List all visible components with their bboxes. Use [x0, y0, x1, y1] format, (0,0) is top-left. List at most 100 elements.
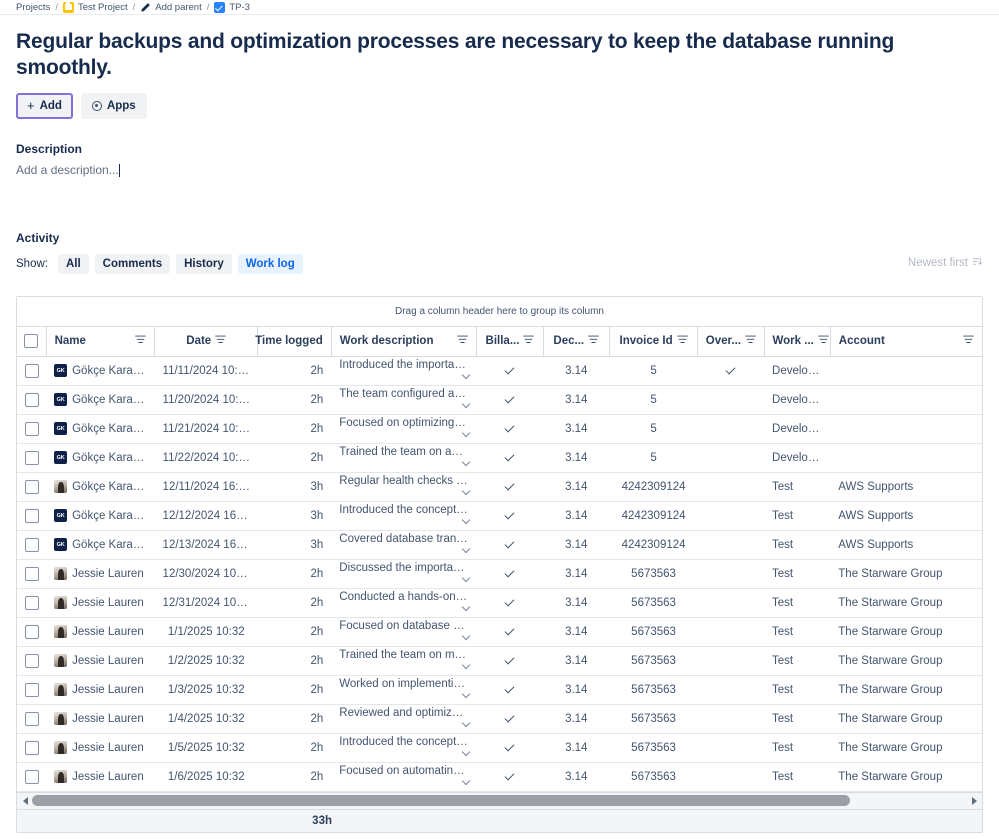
row-checkbox[interactable] [24, 363, 39, 378]
row-select-cell[interactable] [17, 675, 47, 705]
row-select-cell[interactable] [17, 559, 47, 589]
filter-icon[interactable] [818, 335, 829, 347]
table-row[interactable]: Jessie Lauren 12/31/2024 10:32 2h Conducted… [17, 588, 982, 618]
chevron-down-icon[interactable] [461, 370, 471, 379]
scrollbar-thumb[interactable] [32, 795, 851, 806]
chevron-down-icon[interactable] [461, 660, 471, 669]
chevron-down-icon[interactable] [461, 399, 471, 408]
column-header-select[interactable] [17, 327, 47, 357]
chevron-down-icon[interactable] [461, 689, 471, 698]
filter-icon[interactable] [457, 335, 469, 347]
row-checkbox[interactable] [24, 566, 39, 581]
table-row[interactable]: GK Gökçe Karadum... 11/20/2024 10:092hThe … [17, 385, 982, 415]
tab-comments[interactable]: Comments [94, 254, 171, 274]
column-header-work_desc[interactable]: Work description [331, 327, 478, 357]
row-select-cell[interactable] [17, 733, 47, 763]
row-select-cell[interactable] [17, 704, 47, 734]
row-select-cell[interactable] [17, 617, 47, 647]
row-select-cell[interactable] [17, 646, 47, 676]
column-header-over[interactable]: Over... [697, 327, 765, 357]
filter-icon[interactable] [745, 335, 756, 347]
row-checkbox[interactable] [24, 624, 39, 639]
filter-icon[interactable] [588, 335, 599, 347]
tab-work-log[interactable]: Work log [237, 254, 303, 274]
breadcrumb-link-issue[interactable]: TP-3 [229, 2, 250, 13]
row-select-cell[interactable] [17, 588, 47, 618]
filter-icon[interactable] [135, 335, 146, 347]
table-row[interactable]: Jessie Lauren 1/3/2025 10:32 2h Worked on i… [17, 675, 982, 705]
row-select-cell[interactable] [17, 356, 47, 386]
breadcrumb-item-issue[interactable]: TP-3 [214, 1, 250, 13]
table-row[interactable]: Jessie Lauren 12/30/2024 10:32 2h Discussed… [17, 559, 982, 589]
table-row[interactable]: Jessie Lauren 1/5/2025 10:32 2h Introduced … [17, 733, 982, 763]
row-select-cell[interactable] [17, 762, 47, 792]
column-header-work[interactable]: Work ... [764, 327, 831, 357]
add-button[interactable]: + Add [16, 93, 73, 119]
table-row[interactable]: GK Gökçe Karadum... 12/12/2024 16:183hIntr… [17, 501, 982, 531]
column-header-time_logged[interactable]: Time logged [255, 327, 332, 357]
filter-icon[interactable] [963, 335, 974, 347]
row-checkbox[interactable] [24, 479, 39, 494]
column-header-name[interactable]: Name [46, 327, 156, 357]
select-all-checkbox[interactable] [24, 334, 39, 349]
row-checkbox[interactable] [24, 769, 39, 784]
row-select-cell[interactable] [17, 443, 47, 473]
column-header-invoice_id[interactable]: Invoice Id [609, 327, 699, 357]
row-select-cell[interactable] [17, 385, 47, 415]
chevron-down-icon[interactable] [461, 457, 471, 466]
chevron-down-icon[interactable] [461, 747, 471, 756]
row-select-cell[interactable] [17, 530, 47, 560]
scroll-right-arrow[interactable] [967, 793, 981, 808]
filter-icon[interactable] [676, 335, 688, 347]
chevron-down-icon[interactable] [461, 602, 471, 611]
table-row[interactable]: GK Gökçe Karadum... 11/22/2024 10:092hTrai… [17, 443, 982, 473]
filter-icon[interactable] [523, 335, 535, 347]
chevron-down-icon[interactable] [461, 486, 471, 495]
scroll-left-arrow[interactable] [18, 793, 32, 808]
column-header-date[interactable]: Date [154, 327, 259, 357]
chevron-down-icon[interactable] [461, 544, 471, 553]
row-select-cell[interactable] [17, 414, 47, 444]
column-header-billable[interactable]: Billa... [476, 327, 544, 357]
table-row[interactable]: Jessie Lauren 1/1/2025 10:32 2h Focused on … [17, 617, 982, 647]
row-checkbox[interactable] [24, 508, 39, 523]
chevron-down-icon[interactable] [461, 573, 471, 582]
breadcrumb-link-add-parent[interactable]: Add parent [155, 2, 201, 13]
breadcrumb-item-projects[interactable]: Projects [16, 2, 50, 13]
table-row[interactable]: Gökçe Karadum... 12/11/2024 16:183hRegula… [17, 472, 982, 502]
table-row[interactable]: GK Gökçe Karadum... 12/13/2024 16:183hCove… [17, 530, 982, 560]
column-header-account[interactable]: Account [830, 327, 982, 357]
table-row[interactable]: Jessie Lauren 1/4/2025 10:32 2h Reviewed an… [17, 704, 982, 734]
chevron-down-icon[interactable] [461, 776, 471, 785]
tab-history[interactable]: History [176, 254, 232, 274]
column-header-dec[interactable]: Dec... [543, 327, 610, 357]
group-panel[interactable]: Drag a column header here to group its c… [17, 297, 982, 327]
sort-order-toggle[interactable]: Newest first [908, 256, 983, 270]
filter-icon[interactable] [215, 335, 227, 347]
table-row[interactable]: GK Gökçe Karadum... 11/21/2024 10:092hFocu… [17, 414, 982, 444]
apps-button[interactable]: Apps [80, 93, 147, 119]
row-checkbox[interactable] [24, 653, 39, 668]
row-checkbox[interactable] [24, 595, 39, 610]
table-row[interactable]: GK Gökçe Karadum... 11/11/2024 10:092hIntr… [17, 356, 982, 386]
description-input[interactable]: Add a description... [16, 163, 983, 177]
horizontal-scrollbar[interactable] [17, 791, 982, 809]
breadcrumb-link-test-project[interactable]: Test Project [78, 2, 128, 13]
scrollbar-track[interactable] [32, 795, 967, 806]
breadcrumb-item-test-project[interactable]: Test Project [62, 1, 128, 13]
chevron-down-icon[interactable] [461, 718, 471, 727]
row-checkbox[interactable] [24, 740, 39, 755]
breadcrumb-link-projects[interactable]: Projects [16, 2, 50, 13]
table-row[interactable]: Jessie Lauren 1/6/2025 10:32 2h Focused on … [17, 762, 982, 792]
row-checkbox[interactable] [24, 392, 39, 407]
row-select-cell[interactable] [17, 472, 47, 502]
chevron-down-icon[interactable] [461, 631, 471, 640]
row-checkbox[interactable] [24, 682, 39, 697]
breadcrumb-item-add-parent[interactable]: Add parent [140, 2, 202, 13]
chevron-down-icon[interactable] [461, 428, 471, 437]
chevron-down-icon[interactable] [461, 515, 471, 524]
row-checkbox[interactable] [24, 421, 39, 436]
table-row[interactable]: Jessie Lauren 1/2/2025 10:32 2h Trained the… [17, 646, 982, 676]
row-select-cell[interactable] [17, 501, 47, 531]
row-checkbox[interactable] [24, 537, 39, 552]
